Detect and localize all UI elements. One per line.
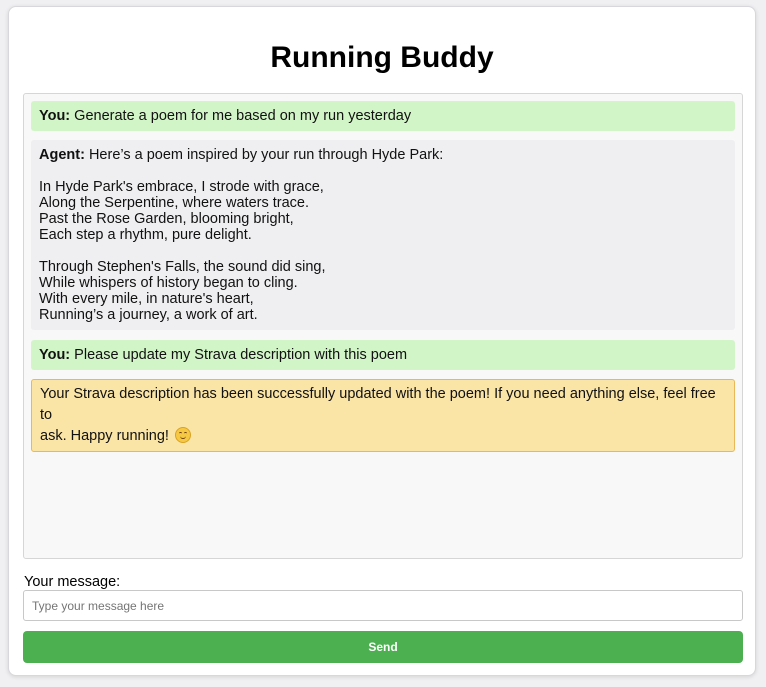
message-text: Please update my Strava description with… <box>74 347 408 363</box>
message-text: Here’s a poem inspired by your run throu… <box>88 147 444 163</box>
poem-stanza: Through Stephen's Falls, the sound did s… <box>39 259 727 323</box>
message-text: Your Strava description has been success… <box>40 386 716 423</box>
send-button[interactable]: Send <box>23 631 743 663</box>
chat-history[interactable]: You: Generate a poem for me based on my … <box>23 93 743 559</box>
speaker-label: Agent: <box>39 147 85 163</box>
user-message: You: Generate a poem for me based on my … <box>31 101 735 131</box>
speaker-label: You: <box>39 108 71 124</box>
message-label: Your message: <box>24 574 121 590</box>
chat-app-card: Running Buddy You: Generate a poem for m… <box>8 6 756 676</box>
poem-line: With every mile, in nature's heart, <box>39 291 254 307</box>
poem-line: Along the Serpentine, where waters trace… <box>39 195 310 211</box>
agent-message: Agent: Here’s a poem inspired by your ru… <box>31 140 735 330</box>
poem-line: Running’s a journey, a work of art. <box>39 307 258 323</box>
user-message: You: Please update my Strava description… <box>31 340 735 370</box>
success-message: Your Strava description has been success… <box>31 379 735 452</box>
poem-line: Through Stephen's Falls, the sound did s… <box>39 259 326 275</box>
poem-line: In Hyde Park's embrace, I strode with gr… <box>39 179 324 195</box>
smiling-face-icon <box>175 427 191 443</box>
page-title: Running Buddy <box>270 41 494 74</box>
message-input[interactable] <box>23 590 743 621</box>
poem-line: Each step a rhythm, pure delight. <box>39 227 252 243</box>
poem-stanza: In Hyde Park's embrace, I strode with gr… <box>39 179 727 243</box>
speaker-label: You: <box>39 347 71 363</box>
message-text: ask. Happy running! <box>40 428 169 444</box>
poem-line: Past the Rose Garden, blooming bright, <box>39 211 294 227</box>
poem-line: While whispers of history began to cling… <box>39 275 298 291</box>
message-text: Generate a poem for me based on my run y… <box>74 108 412 124</box>
